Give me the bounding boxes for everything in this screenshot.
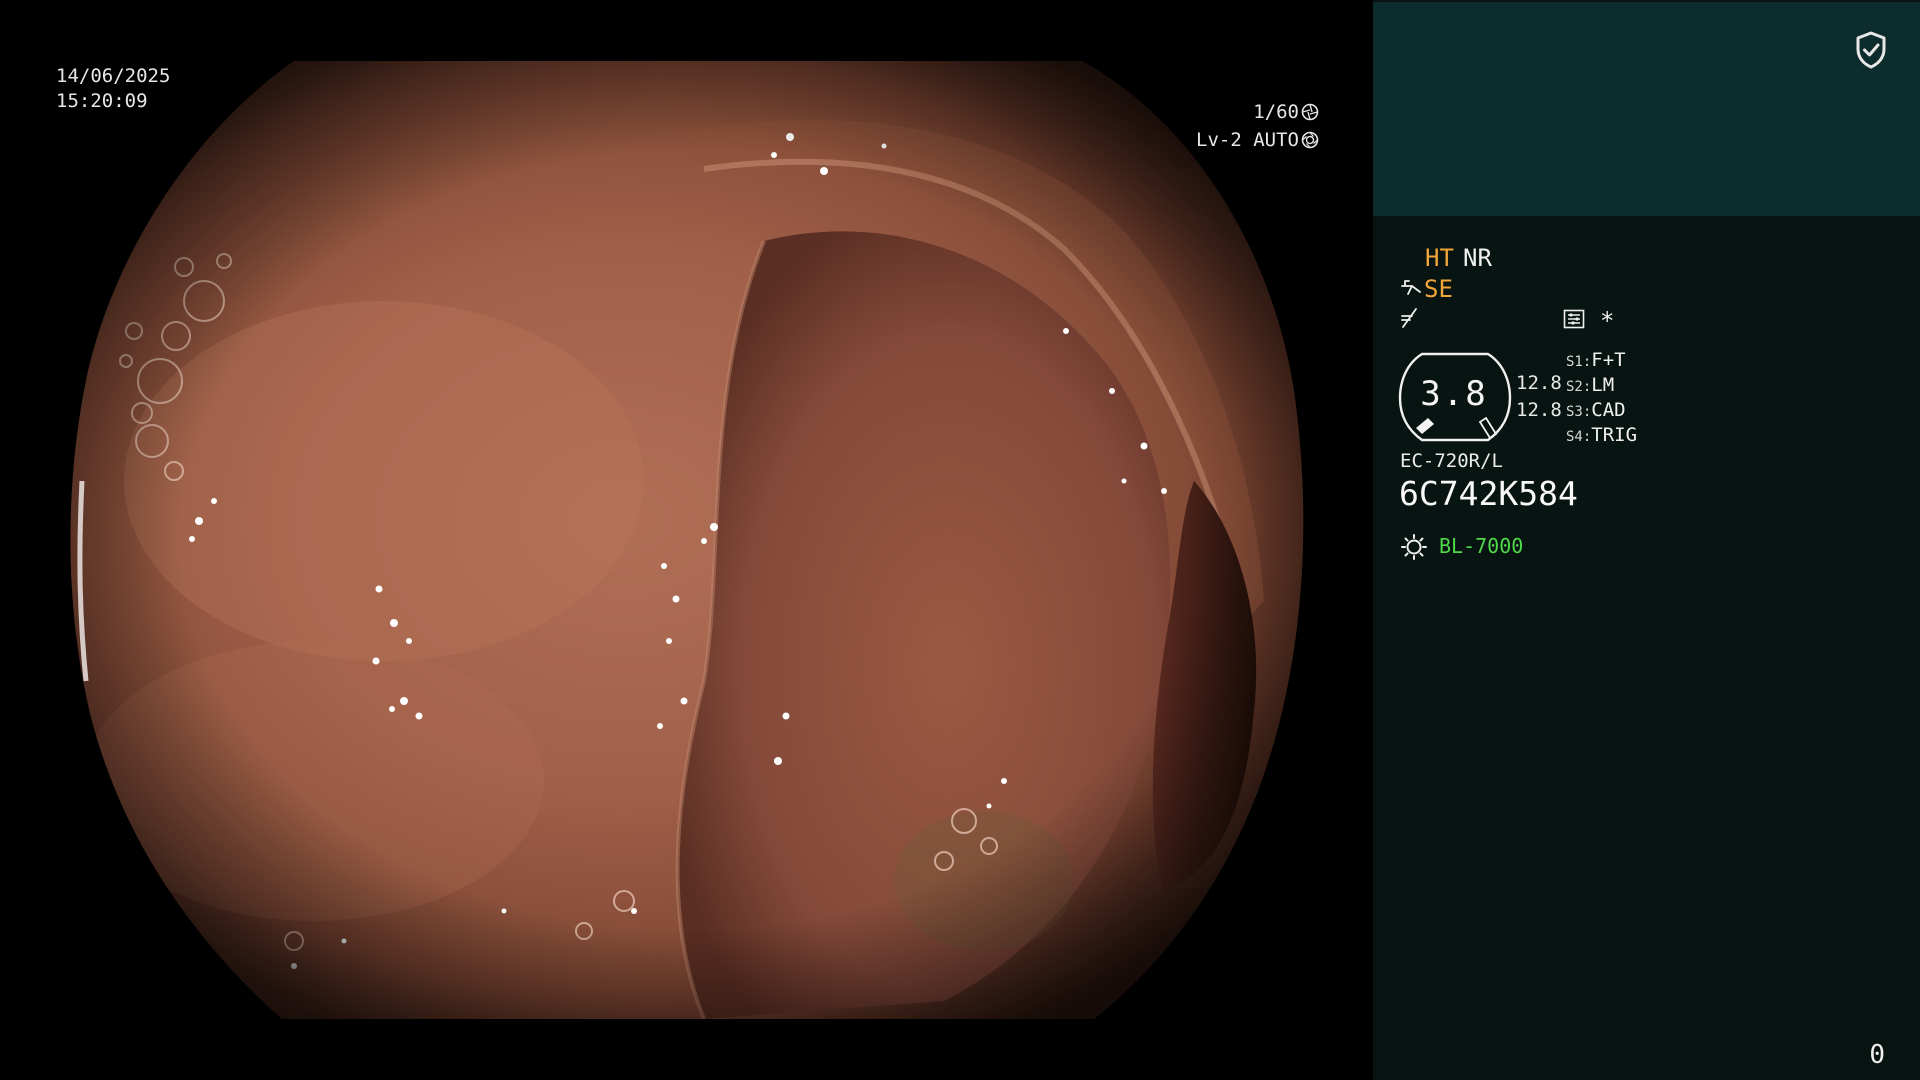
light-source-label: BL-7000: [1439, 534, 1524, 558]
shield-check-icon: [1854, 30, 1888, 70]
zoom-value-1: 12.8: [1516, 372, 1562, 394]
switch-key: S4: [1566, 429, 1583, 445]
switch-key: S2: [1566, 379, 1583, 395]
shutter-value: 1/60: [1253, 101, 1299, 123]
record-settings-icon: [1563, 309, 1585, 329]
asterisk-indicator: *: [1600, 307, 1615, 335]
exam-date: 14/06/2025: [56, 65, 171, 87]
switch-row-2: S2:LM: [1566, 374, 1614, 396]
structure-enhancement-icon: [1400, 278, 1422, 300]
structure-enhancement-label: SE: [1424, 275, 1453, 303]
exam-time: 15:20:09: [56, 90, 148, 112]
scope-model: EC-720R/L: [1400, 450, 1503, 472]
switch-key: S1: [1566, 354, 1583, 370]
light-source-icon: [1400, 533, 1428, 561]
scope-serial: 6C742K584: [1399, 474, 1578, 513]
info-panel: HT NR SE * 3.8 12.8 12.8 S1:F+T S2:LM S3…: [1373, 0, 1920, 1080]
light-level-value: Lv-2 AUTO: [1196, 129, 1299, 151]
noise-reduction-label: NR: [1463, 244, 1492, 272]
switch-value: LM: [1591, 374, 1615, 396]
scope-dial: 3.8: [1398, 350, 1514, 444]
zoom-value-2: 12.8: [1516, 399, 1562, 421]
endoscopic-view: [64, 61, 1312, 1019]
aperture-icon: [1301, 103, 1319, 121]
light-level-readout: Lv-2 AUTO: [1196, 128, 1319, 153]
switch-row-4: S4:TRIG: [1566, 424, 1637, 446]
switch-row-1: S1:F+T: [1566, 349, 1626, 371]
switch-row-3: S3:CAD: [1566, 399, 1626, 421]
iris-icon: [1301, 131, 1319, 149]
enhancement-label: HT: [1425, 244, 1454, 272]
switch-value: F+T: [1591, 349, 1626, 371]
panel-header: [1373, 2, 1920, 216]
shutter-readout: 1/60: [1253, 100, 1319, 125]
endoscopy-screen: 14/06/2025 15:20:09 1/60 Lv-2 AUTO HT NR…: [0, 0, 1920, 1080]
switch-value: CAD: [1591, 399, 1626, 421]
switch-value: TRIG: [1591, 424, 1638, 446]
switch-key: S3: [1566, 404, 1583, 420]
image-counter: 0: [1869, 1040, 1885, 1070]
freeze-icon: [1400, 307, 1420, 329]
video-area: 14/06/2025 15:20:09 1/60 Lv-2 AUTO: [0, 0, 1373, 1080]
dial-value: 3.8: [1420, 374, 1488, 414]
